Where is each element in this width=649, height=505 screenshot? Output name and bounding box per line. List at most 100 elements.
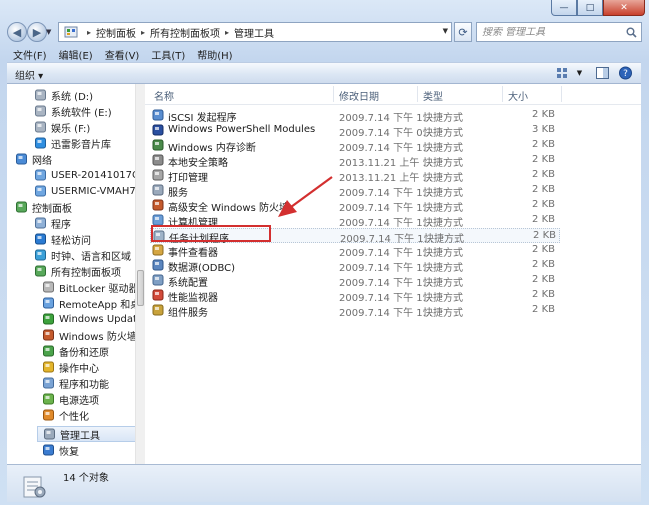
caption-buttons: — □ ✕ bbox=[551, 0, 645, 16]
address-bar[interactable]: ▸ 控制面板 ▸ 所有控制面板项 ▸ 管理工具 ▼ bbox=[58, 22, 452, 42]
nav-item[interactable]: 系统 (D:) bbox=[34, 87, 93, 103]
nav-item[interactable]: 网络 bbox=[15, 151, 52, 167]
organize-button[interactable]: 组织 ▾ bbox=[15, 67, 43, 82]
nav-item[interactable]: Windows 防火墙 bbox=[42, 327, 135, 343]
nav-item[interactable]: 系统软件 (E:) bbox=[34, 103, 112, 119]
file-row[interactable]: 事件查看器 2009.7.14 下午 1... 快捷方式 2 KB bbox=[150, 243, 560, 259]
file-size: 2 KB bbox=[532, 139, 555, 150]
nav-item[interactable]: 个性化 bbox=[42, 407, 89, 423]
nav-item[interactable]: RemoteApp 和桌面 bbox=[42, 295, 135, 311]
column-divider[interactable] bbox=[561, 86, 562, 102]
nav-item-label: USER-20141017QI bbox=[51, 169, 136, 181]
file-row[interactable]: 打印管理 2013.11.21 上午 ... 快捷方式 2 KB bbox=[150, 168, 560, 184]
column-divider[interactable] bbox=[333, 86, 334, 102]
back-button[interactable]: ◀ bbox=[7, 22, 27, 42]
file-size: 2 KB bbox=[532, 109, 555, 120]
file-size: 2 KB bbox=[532, 154, 555, 165]
file-row[interactable]: 系统配置 2009.7.14 下午 1... 快捷方式 2 KB bbox=[150, 273, 560, 289]
nav-item[interactable]: 时钟、语言和区域 bbox=[34, 247, 131, 263]
file-row[interactable]: 数据源(ODBC) 2009.7.14 下午 1... 快捷方式 2 KB bbox=[150, 258, 560, 274]
file-row[interactable]: iSCSI 发起程序 2009.7.14 下午 1... 快捷方式 2 KB bbox=[150, 108, 560, 124]
search-icon[interactable] bbox=[626, 27, 637, 38]
menu-tools[interactable]: 工具(T) bbox=[145, 46, 191, 62]
refresh-button[interactable]: ⟳ bbox=[454, 22, 472, 42]
nav-item-label: BitLocker 驱动器加 bbox=[59, 283, 135, 295]
column-divider[interactable] bbox=[417, 86, 418, 102]
change-view-icon[interactable] bbox=[555, 66, 570, 80]
forward-button[interactable]: ▶ bbox=[27, 22, 47, 42]
file-row[interactable]: 性能监视器 2009.7.14 下午 1... 快捷方式 2 KB bbox=[150, 288, 560, 304]
menu-file[interactable]: 文件(F) bbox=[7, 46, 53, 62]
nav-item[interactable]: 备份和还原 bbox=[42, 343, 109, 359]
nav-item[interactable]: 轻松访问 bbox=[34, 231, 91, 247]
nav-item[interactable]: USERMIC-VMAH7V bbox=[34, 183, 136, 199]
nav-item-label: 轻松访问 bbox=[51, 235, 91, 247]
column-header-size[interactable]: 大小 bbox=[508, 88, 528, 103]
recent-pages-dropdown-icon[interactable]: ▼ bbox=[46, 28, 51, 36]
menu-edit[interactable]: 编辑(E) bbox=[53, 46, 99, 62]
file-row[interactable]: 高级安全 Windows 防火墙 2009.7.14 下午 1... 快捷方式 2 K… bbox=[150, 198, 560, 214]
highlight-box bbox=[151, 225, 271, 242]
navigation-scrollbar[interactable] bbox=[135, 84, 145, 464]
command-bar: 组织 ▾ ▼ ? bbox=[7, 62, 641, 84]
preview-pane-icon[interactable] bbox=[595, 66, 610, 80]
print-management-icon bbox=[152, 169, 164, 181]
scrollbar-thumb[interactable] bbox=[137, 270, 144, 306]
breadcrumb-admin-tools[interactable]: 管理工具 bbox=[234, 25, 274, 40]
file-row[interactable]: 服务 2009.7.14 下午 1... 快捷方式 2 KB bbox=[150, 183, 560, 199]
search-input[interactable] bbox=[482, 26, 612, 38]
file-size: 2 KB bbox=[532, 169, 555, 180]
component-services-icon bbox=[152, 304, 164, 316]
column-header-name[interactable]: 名称 bbox=[154, 88, 174, 103]
column-divider[interactable] bbox=[502, 86, 503, 102]
file-row[interactable]: 本地安全策略 2013.11.21 上午 ... 快捷方式 2 KB bbox=[150, 153, 560, 169]
file-size: 2 KB bbox=[532, 244, 555, 255]
breadcrumb-control-panel[interactable]: 控制面板 bbox=[96, 25, 136, 40]
clock-language-icon bbox=[35, 249, 46, 261]
nav-item-label: 控制面板 bbox=[32, 203, 72, 215]
nav-item[interactable]: 电源选项 bbox=[42, 391, 99, 407]
breadcrumb-all-items[interactable]: 所有控制面板项 bbox=[150, 25, 220, 40]
file-row[interactable]: Windows 内存诊断 2009.7.14 下午 1... 快捷方式 2 KB bbox=[150, 138, 560, 154]
menu-help[interactable]: 帮助(H) bbox=[191, 46, 238, 62]
menu-view[interactable]: 查看(V) bbox=[99, 46, 146, 62]
maximize-button[interactable]: □ bbox=[577, 0, 603, 16]
file-row[interactable]: Windows PowerShell Modules 2009.7.14 下午 0… bbox=[150, 123, 560, 139]
nav-item[interactable]: 操作中心 bbox=[42, 359, 99, 375]
nav-item[interactable]: 所有控制面板项 bbox=[34, 263, 121, 279]
nav-item[interactable]: 程序 bbox=[34, 215, 71, 231]
nav-item-label: USERMIC-VMAH7V bbox=[51, 185, 136, 197]
file-type: 快捷方式 bbox=[423, 188, 463, 199]
view-options-dropdown-icon[interactable]: ▼ bbox=[572, 66, 587, 80]
column-header-type[interactable]: 类型 bbox=[423, 88, 443, 103]
file-type: 快捷方式 bbox=[423, 113, 463, 124]
programs-icon bbox=[35, 217, 46, 229]
control-panel-icon bbox=[16, 201, 27, 213]
powershell-icon bbox=[152, 124, 164, 136]
nav-item[interactable]: 恢复 bbox=[42, 442, 79, 458]
file-name: 组件服务 bbox=[168, 308, 208, 319]
nav-item[interactable]: 管理工具 bbox=[37, 426, 135, 442]
nav-item[interactable]: 迅雷影音片库 bbox=[34, 135, 111, 151]
file-name: 打印管理 bbox=[168, 173, 208, 184]
nav-item[interactable]: 控制面板 bbox=[15, 199, 72, 215]
file-type: 快捷方式 bbox=[423, 158, 463, 169]
file-date: 2013.11.21 上午 ... bbox=[339, 158, 433, 169]
nav-item[interactable]: BitLocker 驱动器加 bbox=[42, 279, 135, 295]
address-dropdown-icon[interactable]: ▼ bbox=[443, 27, 448, 35]
admin-tools-icon bbox=[44, 428, 55, 440]
nav-item[interactable]: Windows Update bbox=[42, 311, 135, 327]
help-icon[interactable]: ? bbox=[618, 66, 633, 80]
file-row[interactable]: 组件服务 2009.7.14 下午 1... 快捷方式 2 KB bbox=[150, 303, 560, 319]
minimize-button[interactable]: — bbox=[551, 0, 577, 16]
control-panel-icon bbox=[64, 26, 78, 38]
nav-item[interactable]: 程序和功能 bbox=[42, 375, 109, 391]
search-box[interactable] bbox=[476, 22, 642, 42]
column-header-date[interactable]: 修改日期 bbox=[339, 88, 379, 103]
file-type: 快捷方式 bbox=[423, 308, 463, 319]
menu-bar: 文件(F) 编辑(E) 查看(V) 工具(T) 帮助(H) bbox=[7, 46, 239, 62]
close-button[interactable]: ✕ bbox=[603, 0, 645, 16]
file-date: 2009.7.14 下午 1... bbox=[339, 218, 433, 229]
nav-item[interactable]: 娱乐 (F:) bbox=[34, 119, 90, 135]
nav-item[interactable]: USER-20141017QI bbox=[34, 167, 136, 183]
